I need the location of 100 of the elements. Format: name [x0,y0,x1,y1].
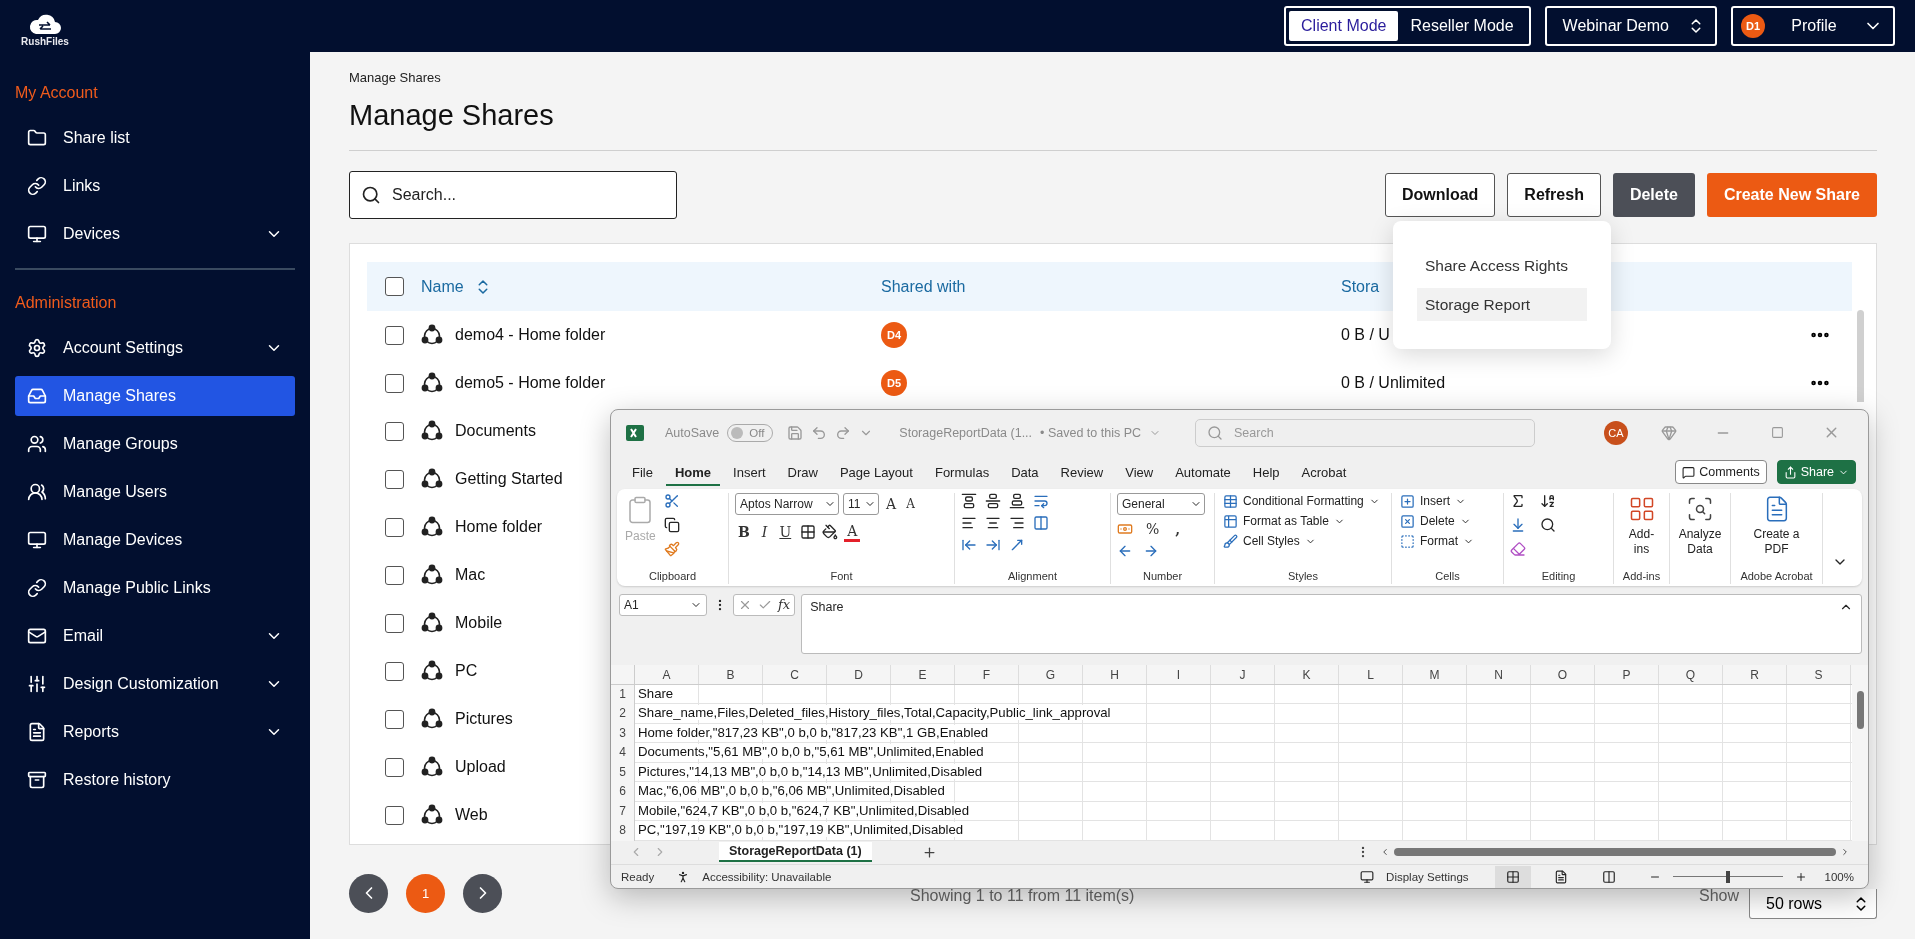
sidebar-item[interactable]: Design Customization [15,664,295,704]
sidebar-item[interactable]: Share list [15,118,295,158]
sigma-icon[interactable] [1510,492,1526,509]
search-field[interactable]: Search... [349,171,677,219]
profile-menu[interactable]: D1 Profile [1731,6,1895,46]
action-button[interactable]: Refresh [1507,173,1601,217]
ribbon-tab[interactable]: Acrobat [1292,458,1356,486]
row-header[interactable]: 5 [611,762,635,783]
sidebar-item[interactable]: Links [15,166,295,206]
italic-button[interactable]: I [758,524,771,541]
insert-function-button[interactable]: fx [778,597,791,613]
ribbon-tab[interactable]: Formulas [925,458,999,486]
share-name[interactable]: Documents [455,422,536,440]
number-format-select[interactable]: General [1117,492,1205,515]
share-name[interactable]: PC [455,662,478,680]
share-name[interactable]: Mac [455,566,486,584]
sidebar-item[interactable]: Account Settings [15,328,295,368]
page-size-select[interactable]: 50 rows [1749,889,1877,919]
column-header[interactable]: R [1723,664,1787,684]
next-page-button[interactable] [463,873,502,913]
column-header[interactable]: J [1211,664,1275,684]
checkbox[interactable] [384,517,404,537]
row-header[interactable]: 4 [611,743,635,763]
ribbon-tab[interactable]: Insert [724,458,775,486]
checkbox[interactable] [384,709,404,729]
column-header[interactable]: S [1787,664,1851,684]
checkbox[interactable] [384,373,404,393]
column-header[interactable]: D [827,664,891,684]
scissors-icon[interactable] [663,492,680,509]
action-button[interactable]: Delete [1612,173,1695,217]
ribbon-menu-button[interactable]: Conditional Formatting [1221,492,1382,510]
column-header[interactable]: B [699,664,763,684]
checkbox[interactable] [384,421,404,441]
view-button[interactable] [1494,865,1531,888]
share-name[interactable]: demo4 - Home folder [455,326,606,344]
borders-icon[interactable] [800,524,817,541]
comments-button[interactable]: Comments [1675,460,1767,485]
ribbon-tab[interactable]: View [1116,458,1163,486]
font-size-select[interactable]: 11 [843,492,879,515]
ribbon-tab[interactable]: Home [665,458,721,486]
column-header[interactable]: M [1403,664,1467,684]
ribbon-menu-button[interactable]: Delete [1398,512,1476,530]
bold-button[interactable]: B [735,524,753,541]
ribbon-menu-button[interactable]: Format as Table [1221,512,1382,530]
menu-item[interactable]: Share Access Rights [1417,249,1587,282]
user-avatar[interactable]: CA [1604,420,1628,445]
column-header[interactable]: L [1339,664,1403,684]
mode-tab[interactable]: Reseller Mode [1398,11,1526,41]
column-header[interactable]: I [1147,664,1211,684]
workspace-select[interactable]: Webinar Demo [1544,6,1717,46]
share-name[interactable]: Home folder [455,518,543,536]
share-name[interactable]: Getting Started [455,470,563,488]
sidebar-item[interactable]: Restore history [15,760,295,800]
eraser-icon[interactable] [1510,540,1526,557]
fill-down-icon[interactable] [1510,516,1526,533]
row-header[interactable]: 2 [611,704,635,724]
checkbox[interactable] [384,565,404,585]
sidebar-item[interactable]: Manage Users [15,472,295,512]
sidebar-item[interactable]: Reports [15,712,295,752]
column-header[interactable]: G [1019,664,1083,684]
display-settings-button[interactable]: Display Settings [1386,870,1469,883]
column-header[interactable]: K [1275,664,1339,684]
row-header[interactable]: 8 [611,821,635,841]
column-header[interactable]: Q [1659,664,1723,684]
share-name[interactable]: Pictures [455,710,513,728]
share-name[interactable]: Upload [455,758,506,776]
row-header[interactable]: 6 [611,782,635,802]
checkbox[interactable] [384,805,404,825]
grow-font-button[interactable]: A [883,495,900,512]
checkbox[interactable] [384,469,404,489]
menu-item[interactable]: Storage Report [1417,288,1587,321]
copy-icon[interactable] [663,516,680,533]
row-header[interactable]: 1 [611,684,635,705]
zoom-in-icon[interactable] [1794,870,1807,883]
mode-tab[interactable]: Client Mode [1289,11,1399,41]
sort-icon[interactable] [1540,492,1556,509]
align-top-icon[interactable] [961,492,977,509]
font-color-button[interactable]: A [844,522,861,542]
share-name[interactable]: demo5 - Home folder [455,374,606,392]
share-button[interactable]: Share [1776,460,1856,485]
checkbox[interactable] [384,325,404,345]
ribbon-menu-button[interactable]: Cell Styles [1221,532,1382,550]
comma-button[interactable]: , [1172,520,1184,537]
ribbon-tab[interactable]: Page Layout [830,458,922,486]
checkbox[interactable] [384,661,404,681]
font-select[interactable]: Aptos Narrow [735,492,839,515]
ribbon-tab[interactable]: Data [1002,458,1048,486]
ribbon-tab[interactable]: Review [1051,458,1113,486]
checkbox[interactable] [384,277,404,296]
sidebar-item[interactable]: Devices [15,214,295,254]
accessibility-status[interactable]: Accessibility: Unavailable [702,870,832,883]
formula-field[interactable]: Share [801,593,1862,654]
vertical-scrollbar[interactable] [1852,664,1868,841]
column-header[interactable]: N [1467,664,1531,684]
column-header[interactable]: E [891,664,955,684]
column-header[interactable]: P [1595,664,1659,684]
ribbon-button[interactable]: Analyze Data [1676,492,1724,559]
name-box[interactable]: A1 [619,593,707,616]
ribbon-tab[interactable]: Automate [1166,458,1240,486]
row-header[interactable]: 3 [611,723,635,744]
